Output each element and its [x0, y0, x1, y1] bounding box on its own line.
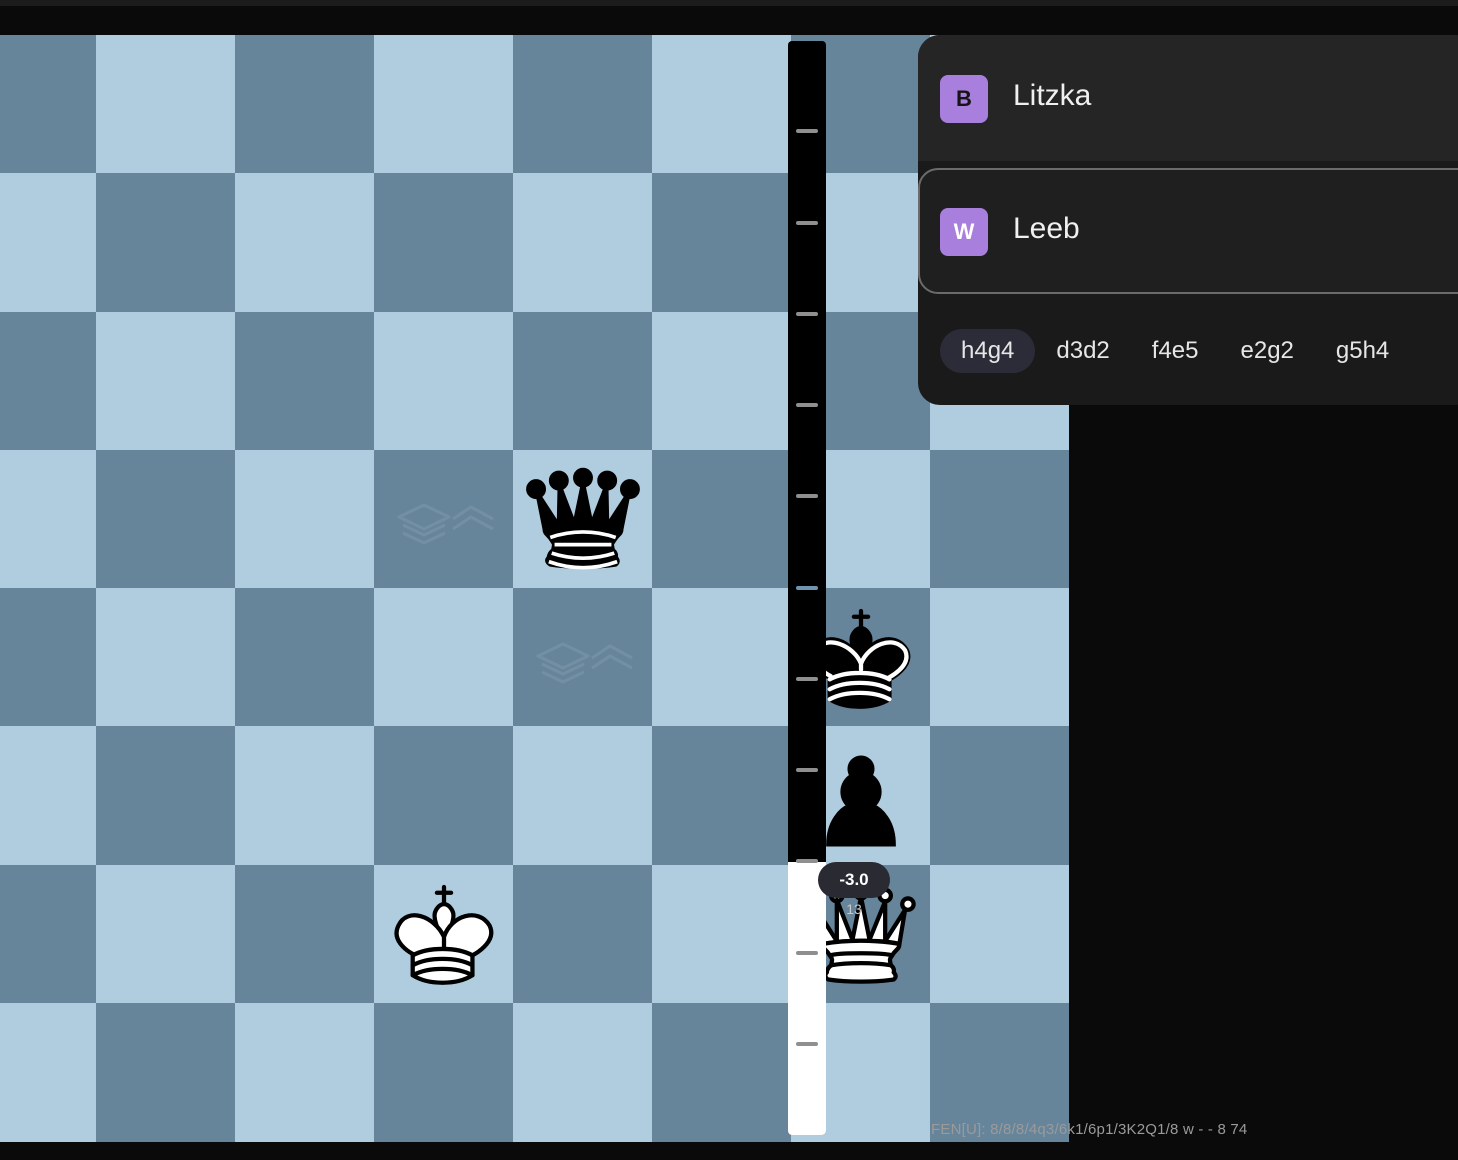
- square-c5[interactable]: [235, 449, 374, 589]
- square-a3[interactable]: [0, 726, 96, 866]
- player-card-white[interactable]: W Leeb: [918, 168, 1458, 294]
- evaluation-depth: 13: [846, 901, 862, 917]
- square-f2[interactable]: [652, 864, 791, 1004]
- player-name-white: Leeb: [1013, 212, 1080, 245]
- square-f1[interactable]: [652, 1002, 791, 1142]
- square-b5[interactable]: [96, 449, 235, 589]
- square-d8[interactable]: [374, 35, 513, 174]
- square-a2[interactable]: [0, 864, 96, 1004]
- evaluation-score: -3.0: [818, 862, 890, 898]
- square-c7[interactable]: [235, 173, 374, 313]
- square-b2[interactable]: [96, 864, 235, 1004]
- candidate-move-button[interactable]: e2g2: [1220, 329, 1315, 373]
- square-c4[interactable]: [235, 588, 374, 727]
- square-a8[interactable]: [0, 35, 96, 174]
- square-a4[interactable]: [0, 588, 96, 727]
- evaluation-tick: [796, 768, 818, 772]
- square-h4[interactable]: [930, 588, 1069, 727]
- player-color-badge-black: B: [940, 75, 988, 123]
- player-card-black[interactable]: B Litzka: [918, 35, 1458, 161]
- square-e7[interactable]: [513, 173, 652, 313]
- square-e8[interactable]: [513, 35, 652, 174]
- square-c8[interactable]: [235, 35, 374, 174]
- square-b3[interactable]: [96, 726, 235, 866]
- square-b1[interactable]: [96, 1002, 235, 1142]
- square-e6[interactable]: [513, 311, 652, 451]
- evaluation-tick: [796, 221, 818, 225]
- evaluation-tick: [796, 677, 818, 681]
- evaluation-tick: [796, 859, 818, 863]
- evaluation-bar-white-fill: [788, 861, 826, 1135]
- square-a7[interactable]: [0, 173, 96, 313]
- square-e2[interactable]: [513, 864, 652, 1004]
- square-e1[interactable]: [513, 1002, 652, 1142]
- game-panel: B Litzka W Leeb h4g4 d3d2 f4e5 e2g2 g5h4: [918, 35, 1458, 405]
- square-c1[interactable]: [235, 1002, 374, 1142]
- candidate-move-button[interactable]: h4g4: [940, 329, 1036, 373]
- square-h5[interactable]: [930, 449, 1069, 589]
- evaluation-tick: [796, 586, 818, 590]
- square-c3[interactable]: [235, 726, 374, 866]
- square-a1[interactable]: [0, 1002, 96, 1142]
- fen-string: FEN[U]: 8/8/8/4q3/6k1/6p1/3K2Q1/8 w - - …: [931, 1121, 1248, 1138]
- square-d4[interactable]: [374, 588, 513, 727]
- square-e3[interactable]: [513, 726, 652, 866]
- square-f3[interactable]: [652, 726, 791, 866]
- square-f7[interactable]: [652, 173, 791, 313]
- square-f6[interactable]: [652, 311, 791, 451]
- move-hint-icon: [513, 588, 652, 727]
- square-d6[interactable]: [374, 311, 513, 451]
- square-b7[interactable]: [96, 173, 235, 313]
- square-c2[interactable]: [235, 864, 374, 1004]
- candidate-move-button[interactable]: d3d2: [1035, 329, 1130, 373]
- top-bar: [0, 0, 1458, 6]
- evaluation-tick: [796, 403, 818, 407]
- move-hint-icon: [374, 450, 513, 589]
- square-b4[interactable]: [96, 588, 235, 727]
- chess-board[interactable]: [0, 35, 1069, 1142]
- square-f4[interactable]: [652, 588, 791, 727]
- square-d1[interactable]: [374, 1002, 513, 1142]
- square-d7[interactable]: [374, 173, 513, 313]
- candidate-move-button[interactable]: f4e5: [1131, 329, 1220, 373]
- square-a6[interactable]: [0, 311, 96, 451]
- evaluation-tick: [796, 312, 818, 316]
- square-f5[interactable]: [652, 449, 791, 589]
- white-king-piece[interactable]: [374, 865, 513, 1004]
- square-f8[interactable]: [652, 35, 791, 174]
- square-h2[interactable]: [930, 864, 1069, 1004]
- evaluation-tick: [796, 1042, 818, 1046]
- square-c6[interactable]: [235, 311, 374, 451]
- square-b6[interactable]: [96, 311, 235, 451]
- evaluation-tick: [796, 129, 818, 133]
- evaluation-bar: [788, 41, 826, 1135]
- square-d3[interactable]: [374, 726, 513, 866]
- evaluation-tick: [796, 951, 818, 955]
- black-queen-piece[interactable]: [513, 450, 652, 589]
- candidate-move-button[interactable]: g5h4: [1315, 329, 1410, 373]
- evaluation-tick: [796, 494, 818, 498]
- candidate-moves-list: h4g4 d3d2 f4e5 e2g2 g5h4: [940, 328, 1410, 374]
- player-name-black: Litzka: [1013, 79, 1092, 112]
- square-a5[interactable]: [0, 449, 96, 589]
- square-h3[interactable]: [930, 726, 1069, 866]
- player-color-badge-white: W: [940, 208, 988, 256]
- square-b8[interactable]: [96, 35, 235, 174]
